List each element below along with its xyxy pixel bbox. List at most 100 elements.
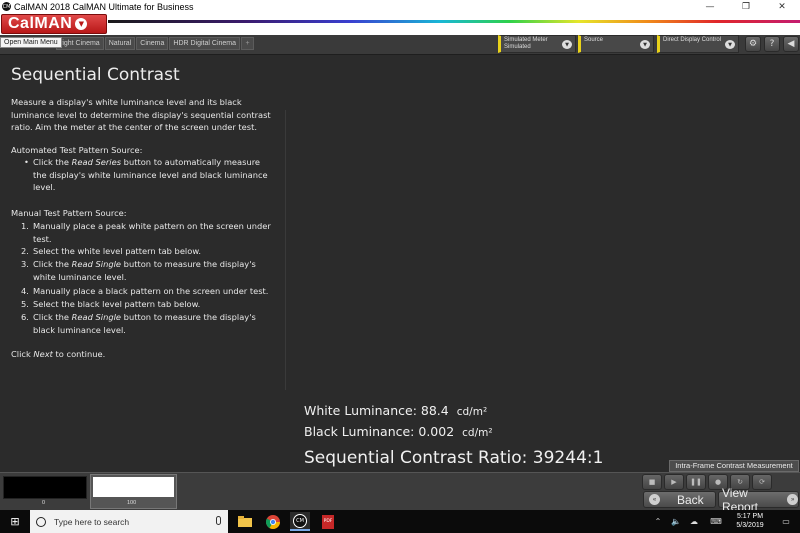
search-placeholder: Type here to search: [54, 516, 130, 527]
settings-button[interactable]: ⚙: [745, 36, 761, 52]
page-title: Sequential Contrast: [11, 65, 180, 85]
black-luminance-unit: cd/m²: [462, 427, 493, 439]
chevron-down-icon: ▼: [562, 40, 572, 49]
panel-divider: [285, 110, 286, 390]
step-item: 5. Select the black level pattern tab be…: [21, 299, 201, 309]
clock-date: 5/3/2019: [736, 522, 764, 529]
instructions-panel: Sequential Contrast Measure a display's …: [0, 56, 285, 471]
pattern-label-white: 100: [127, 500, 137, 506]
white-swatch: [93, 477, 174, 497]
pdf-button[interactable]: PDF: [318, 512, 338, 531]
spectrum-bar: [108, 20, 800, 23]
brand-row: CalMAN ▼: [0, 13, 800, 35]
pattern-label-black: 0: [42, 500, 46, 506]
volume-icon: 🔈: [671, 517, 681, 526]
meter-dropdown[interactable]: Simulated Meter Simulated ▼: [498, 35, 576, 53]
intro-text: Measure a display's white luminance leve…: [11, 97, 271, 132]
source-dropdown[interactable]: Source ▼: [578, 35, 654, 53]
play-icon: ▶: [671, 478, 677, 486]
title-bar: CM CalMAN 2018 CalMAN Ultimate for Busin…: [0, 0, 800, 13]
black-luminance-readout: Black Luminance: 0.002 cd/m²: [304, 421, 493, 440]
clock-time: 5:17 PM: [736, 513, 764, 520]
next-arrow-icon: »: [787, 494, 798, 505]
chevron-up-icon: ⌃: [654, 517, 662, 526]
chevron-down-icon: ▼: [725, 40, 735, 49]
file-explorer-button[interactable]: [235, 512, 255, 531]
back-label: Back: [677, 492, 704, 507]
tray-overflow-button[interactable]: ⌃: [650, 510, 666, 533]
back-button[interactable]: « Back: [643, 491, 716, 508]
white-luminance-unit: cd/m²: [456, 406, 488, 418]
maximize-button[interactable]: ❐: [728, 0, 764, 13]
black-luminance-label: Black Luminance: 0.002: [304, 424, 455, 439]
window-controls: — ❐ ✕: [692, 0, 800, 13]
tab-workflow[interactable]: HDR Digital Cinema: [169, 37, 241, 50]
stop-button[interactable]: ■: [642, 474, 662, 490]
white-luminance-label: White Luminance: 88.4: [304, 403, 449, 418]
help-button[interactable]: ?: [764, 36, 780, 52]
chrome-icon: [266, 514, 280, 529]
start-button[interactable]: ⊞: [0, 510, 30, 533]
notification-icon: ▭: [782, 517, 790, 526]
step-item: 1. Manually place a peak white pattern o…: [21, 221, 271, 244]
intra-frame-contrast-button[interactable]: Intra-Frame Contrast Measurement: [669, 460, 799, 472]
stop-icon: ■: [648, 478, 656, 486]
back-arrow-button[interactable]: ◀: [783, 36, 799, 52]
minimize-button[interactable]: —: [692, 0, 728, 13]
play-button[interactable]: ▶: [664, 474, 684, 490]
taskbar-clock[interactable]: 5:17 PM 5/3/2019: [730, 512, 770, 530]
notifications-button[interactable]: ▭: [776, 510, 796, 533]
pdf-icon: PDF: [322, 514, 334, 529]
tab-workflow[interactable]: Cinema: [136, 37, 169, 50]
tab-workflow[interactable]: right Cinema: [56, 37, 104, 50]
tab-workflow[interactable]: Natural: [104, 37, 136, 50]
view-report-button[interactable]: View Report »: [718, 486, 799, 514]
window-title: CalMAN 2018 CalMAN Ultimate for Business: [14, 1, 194, 12]
add-tab-button[interactable]: +: [241, 37, 255, 50]
search-icon: [36, 516, 46, 527]
white-luminance-readout: White Luminance: 88.4 cd/m²: [304, 400, 487, 419]
auto-heading: Automated Test Pattern Source:: [11, 145, 143, 155]
pattern-tab-black[interactable]: [3, 476, 87, 499]
continue-text: Click Next to continue.: [11, 349, 106, 359]
back-arrow-icon: «: [649, 494, 660, 505]
settings-icon: ⚙: [748, 39, 758, 49]
brand-name: CalMAN: [8, 15, 73, 32]
step-item: 2. Select the white level pattern tab be…: [21, 246, 201, 256]
microphone-icon[interactable]: [216, 516, 221, 525]
auto-bullet: • Click the Read Series button to automa…: [24, 157, 268, 192]
calman-taskbar-button[interactable]: CM: [290, 512, 310, 531]
keyboard-button[interactable]: ⌨: [706, 510, 726, 533]
step-item: 4. Manually place a black pattern on the…: [21, 286, 269, 296]
keyboard-icon: ⌨: [710, 517, 722, 526]
file-explorer-icon: [238, 516, 252, 527]
meter-label: Simulated Meter: [504, 37, 548, 43]
calman-logo-icon: CM: [2, 2, 11, 11]
step-item: 6. Click the Read Single button to measu…: [21, 312, 256, 335]
calman-icon: CM: [293, 513, 307, 528]
source-label: Source: [584, 37, 604, 43]
close-button[interactable]: ✕: [764, 0, 800, 13]
taskbar-search[interactable]: Type here to search: [30, 510, 228, 533]
step-item: 3. Click the Read Single button to measu…: [21, 259, 256, 282]
volume-button[interactable]: 🔈: [668, 510, 684, 533]
meter-value: Simulated: [504, 44, 531, 50]
main-menu-tooltip: Open Main Menu: [0, 37, 62, 48]
contrast-ratio: Sequential Contrast Ratio: 39244:1: [304, 448, 604, 468]
chrome-button[interactable]: [263, 512, 283, 531]
pause-button[interactable]: ❚❚: [686, 474, 706, 490]
main-menu-button[interactable]: CalMAN ▼: [1, 14, 107, 34]
onedrive-button[interactable]: ☁: [686, 510, 702, 533]
pause-icon: ❚❚: [690, 478, 702, 486]
back-arrow-icon: ◀: [787, 39, 795, 49]
display-control-label: Direct Display Control: [663, 37, 722, 43]
manual-heading: Manual Test Pattern Source:: [11, 208, 127, 218]
bullet-dot: •: [24, 157, 29, 167]
display-control-dropdown[interactable]: Direct Display Control ▼: [657, 35, 739, 53]
calman-window: CM CalMAN 2018 CalMAN Ultimate for Busin…: [0, 0, 800, 533]
record-icon: ●: [714, 478, 722, 486]
windows-logo-icon: ⊞: [10, 515, 20, 528]
cloud-icon: ☁: [690, 517, 698, 526]
chevron-down-icon: ▼: [75, 18, 88, 30]
workflow-tabs: right Cinema Natural Cinema HDR Digital …: [56, 37, 255, 50]
